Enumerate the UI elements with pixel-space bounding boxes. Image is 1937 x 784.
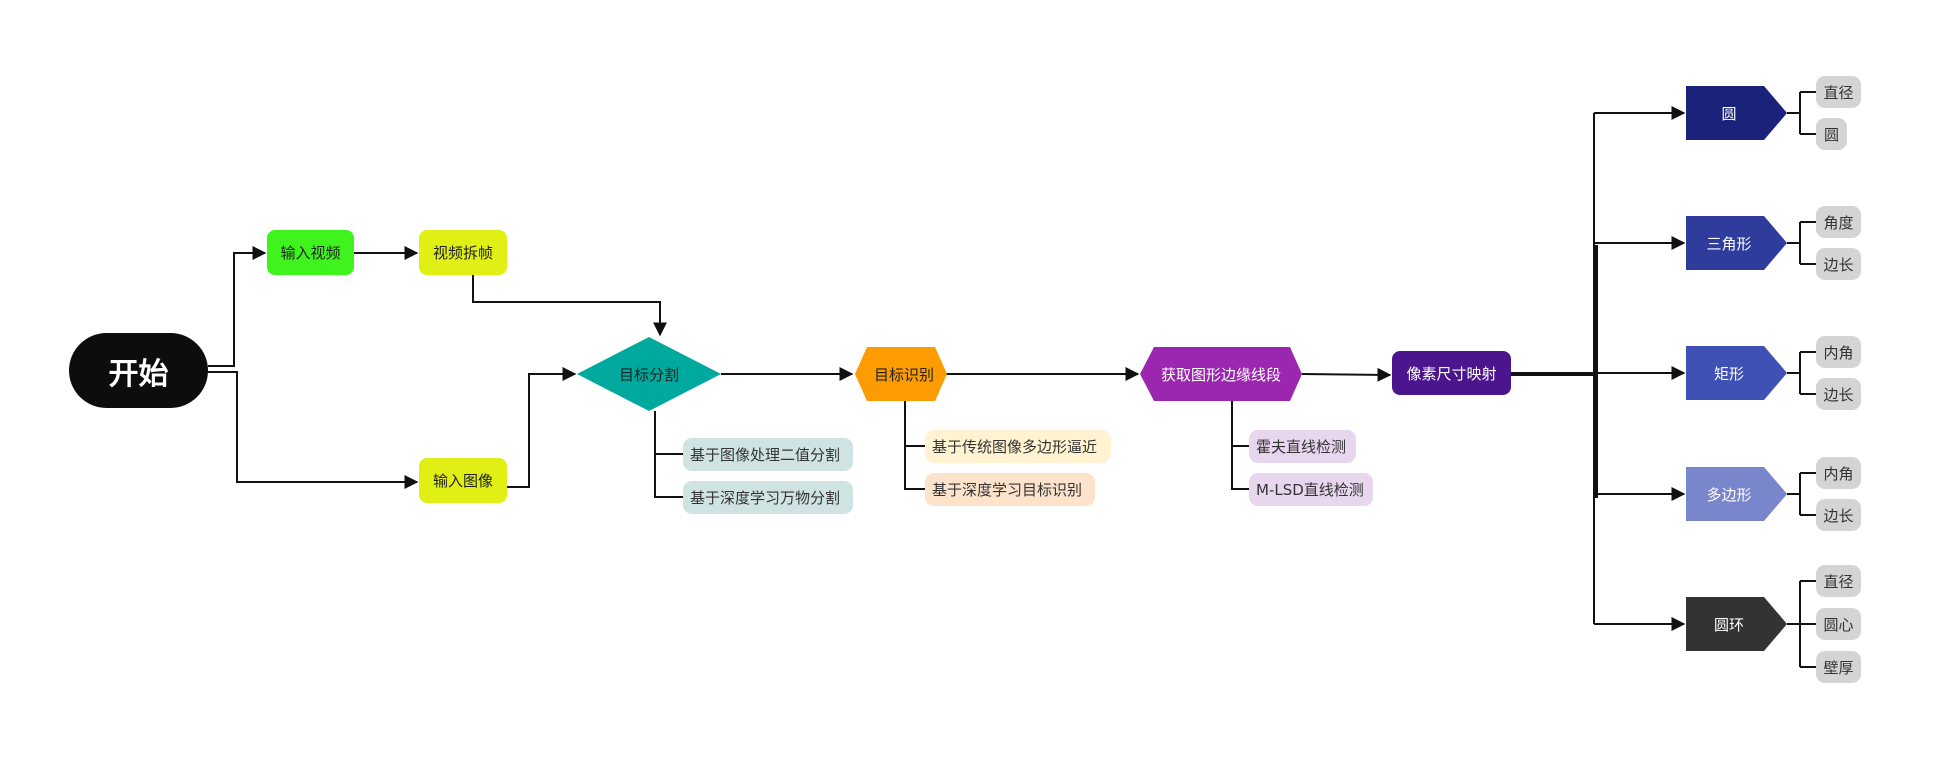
segmentation-diamond[interactable] <box>577 337 721 411</box>
shape-node-circle[interactable] <box>1686 86 1787 140</box>
attr-pill[interactable]: 内角 <box>1816 457 1861 489</box>
attr-pill[interactable]: 内角 <box>1816 336 1861 368</box>
seg-method-binary-label: 基于图像处理二值分割 <box>690 446 841 464</box>
seg-method-deep[interactable]: 基于深度学习万物分割 <box>683 481 853 514</box>
video-split-node[interactable]: 视频拆帧 <box>419 230 507 275</box>
video-split-label: 视频拆帧 <box>432 244 493 262</box>
shape-node-triangle[interactable] <box>1686 216 1787 270</box>
attr-pill[interactable]: 直径 <box>1816 76 1861 108</box>
rec-method-deep[interactable]: 基于深度学习目标识别 <box>925 473 1095 506</box>
attr-pill[interactable]: 直径 <box>1816 565 1861 597</box>
seg-method-deep-label: 基于深度学习万物分割 <box>690 489 841 507</box>
input-video-node[interactable]: 输入视频 <box>267 230 354 275</box>
rec-method-traditional-label: 基于传统图像多边形逼近 <box>932 438 1098 456</box>
edge-method-mlsd[interactable]: M-LSD直线检测 <box>1249 473 1373 506</box>
attr-pill[interactable]: 圆心 <box>1816 608 1861 640</box>
attr-pill[interactable]: 边长 <box>1816 248 1861 280</box>
attr-pill[interactable]: 边长 <box>1816 499 1861 531</box>
attr-pill[interactable]: 圆 <box>1816 118 1847 150</box>
edge-method-hough[interactable]: 霍夫直线检测 <box>1249 430 1356 463</box>
edge-method-mlsd-label: M-LSD直线检测 <box>1256 481 1364 499</box>
start-node[interactable]: 开始 <box>69 333 208 408</box>
seg-method-binary[interactable]: 基于图像处理二值分割 <box>683 438 853 471</box>
start-label: 开始 <box>108 356 169 392</box>
connector-start-to-video <box>208 246 267 367</box>
input-video-label: 输入视频 <box>280 244 341 262</box>
pixel-mapping-label: 像素尺寸映射 <box>1406 364 1497 383</box>
connector-edge-to-mapping <box>1301 367 1392 382</box>
connector-start-to-image <box>208 371 419 489</box>
input-image-label: 输入图像 <box>432 472 493 490</box>
attr-pill[interactable]: 角度 <box>1816 206 1861 238</box>
pixel-mapping-node[interactable]: 像素尺寸映射 <box>1392 351 1511 395</box>
edge-method-hough-label: 霍夫直线检测 <box>1256 438 1347 456</box>
recognition-hexagon[interactable] <box>855 347 947 401</box>
shape-node-rectangle[interactable] <box>1686 346 1787 400</box>
connector-split-to-segmentation <box>472 275 667 337</box>
attr-pill[interactable]: 壁厚 <box>1816 651 1861 683</box>
connector-image-to-segmentation <box>507 367 577 488</box>
attr-pill[interactable]: 边长 <box>1816 378 1861 410</box>
rec-method-deep-label: 基于深度学习目标识别 <box>932 481 1083 499</box>
shape-node-polygon[interactable] <box>1686 467 1787 521</box>
input-image-node[interactable]: 输入图像 <box>419 458 507 503</box>
flowchart-canvas <box>208 86 1816 668</box>
edge-extract-hexagon[interactable] <box>1140 347 1302 401</box>
rec-method-traditional[interactable]: 基于传统图像多边形逼近 <box>925 430 1111 463</box>
shape-node-ring[interactable] <box>1686 597 1787 651</box>
